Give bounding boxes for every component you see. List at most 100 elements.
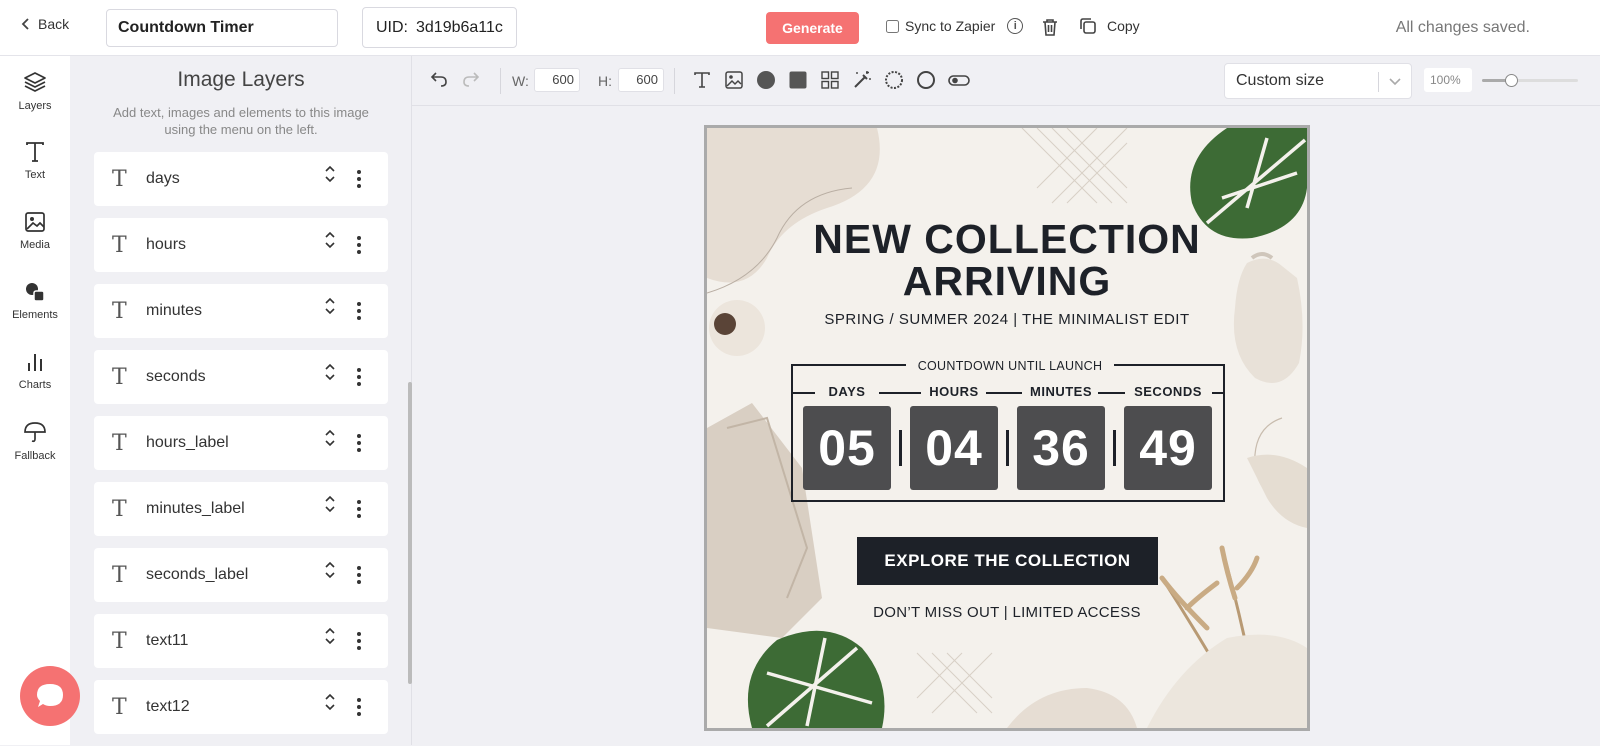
seconds-label: SECONDS bbox=[1124, 384, 1212, 399]
reorder-handle[interactable] bbox=[324, 297, 336, 315]
toggle-tool-icon bbox=[948, 75, 970, 86]
image-tool-button[interactable] bbox=[724, 70, 744, 95]
layer-name: seconds_label bbox=[146, 566, 249, 583]
back-button[interactable]: Back bbox=[20, 16, 69, 32]
reorder-handle[interactable] bbox=[324, 495, 336, 513]
circle-tool-icon bbox=[757, 71, 775, 89]
redo-icon bbox=[463, 72, 480, 87]
separator-bar bbox=[899, 430, 902, 466]
size-select-value: Custom size bbox=[1236, 72, 1325, 89]
layer-row[interactable]: Ttext12 bbox=[94, 680, 388, 734]
sync-to-zapier[interactable]: Sync to Zapier i bbox=[886, 18, 1024, 34]
layer-menu-button[interactable] bbox=[356, 235, 362, 260]
nav-fallback[interactable]: Fallback bbox=[0, 406, 70, 476]
more-vertical-icon bbox=[357, 500, 361, 518]
layers-icon bbox=[24, 72, 46, 92]
height-label: H: bbox=[598, 73, 612, 89]
layer-row[interactable]: Thours_label bbox=[94, 416, 388, 470]
nav-text[interactable]: Text bbox=[0, 126, 70, 196]
chat-widget-button[interactable] bbox=[20, 666, 80, 726]
layer-menu-button[interactable] bbox=[356, 697, 362, 722]
layer-row[interactable]: Ttext11 bbox=[94, 614, 388, 668]
reorder-handle[interactable] bbox=[324, 363, 336, 381]
chevron-down-icon bbox=[325, 506, 335, 513]
nav-elements[interactable]: Elements bbox=[0, 266, 70, 336]
text-layer-icon: T bbox=[112, 562, 127, 588]
layer-row[interactable]: Tseconds bbox=[94, 350, 388, 404]
reorder-handle[interactable] bbox=[324, 429, 336, 447]
chevron-up-icon bbox=[325, 231, 335, 238]
toolbar-divider bbox=[500, 68, 501, 94]
separator-bar bbox=[1113, 430, 1116, 466]
height-input[interactable]: 600 bbox=[618, 68, 664, 92]
width-input[interactable]: 600 bbox=[534, 68, 580, 92]
text-tool-button[interactable] bbox=[692, 70, 712, 95]
layer-menu-button[interactable] bbox=[356, 565, 362, 590]
chevron-up-icon bbox=[325, 627, 335, 634]
text-layer-icon: T bbox=[112, 496, 127, 522]
template-name-input[interactable] bbox=[106, 9, 338, 47]
panel-title: Image Layers bbox=[177, 68, 305, 91]
back-label: Back bbox=[38, 16, 70, 32]
minutes-label: MINUTES bbox=[1017, 384, 1105, 399]
uid-label: UID: bbox=[376, 18, 408, 36]
info-icon[interactable]: i bbox=[1007, 18, 1024, 34]
layer-row[interactable]: Thours bbox=[94, 218, 388, 272]
reorder-handle[interactable] bbox=[324, 693, 336, 711]
square-tool-button[interactable] bbox=[788, 70, 808, 95]
layer-row[interactable]: Tminutes bbox=[94, 284, 388, 338]
reorder-handle[interactable] bbox=[324, 627, 336, 645]
generate-button[interactable]: Generate bbox=[766, 12, 859, 44]
text-layer-icon: T bbox=[112, 232, 127, 258]
outline-circle-button[interactable] bbox=[916, 70, 936, 95]
nav-layers[interactable]: Layers bbox=[0, 56, 70, 126]
chevron-down-icon bbox=[325, 242, 335, 249]
layer-menu-button[interactable] bbox=[356, 169, 362, 194]
reorder-handle[interactable] bbox=[324, 231, 336, 249]
countdown-heading: COUNTDOWN UNTIL LAUNCH bbox=[793, 357, 1227, 375]
zoom-slider[interactable] bbox=[1482, 74, 1578, 87]
panel-scrollbar[interactable] bbox=[408, 382, 412, 684]
layer-menu-button[interactable] bbox=[356, 499, 362, 524]
layer-row[interactable]: Tminutes_label bbox=[94, 482, 388, 536]
redo-button[interactable] bbox=[462, 70, 480, 93]
layer-menu-button[interactable] bbox=[356, 631, 362, 656]
nav-media[interactable]: Media bbox=[0, 196, 70, 266]
zoom-value[interactable]: 100% bbox=[1424, 68, 1472, 92]
explore-collection-button[interactable]: EXPLORE THE COLLECTION bbox=[857, 537, 1158, 585]
layer-row[interactable]: Tseconds_label bbox=[94, 548, 388, 602]
delete-button[interactable] bbox=[1041, 17, 1059, 42]
chevron-down-icon bbox=[325, 440, 335, 447]
ring-tool-icon bbox=[885, 71, 903, 89]
text-layer-icon: T bbox=[112, 628, 127, 654]
magic-wand-button[interactable] bbox=[852, 70, 872, 95]
text-layer-icon: T bbox=[112, 364, 127, 390]
chevron-up-icon bbox=[325, 693, 335, 700]
minutes-value: 36 bbox=[1017, 406, 1105, 490]
layer-menu-button[interactable] bbox=[356, 433, 362, 458]
layer-menu-button[interactable] bbox=[356, 301, 362, 326]
circle-tool-button[interactable] bbox=[756, 70, 776, 95]
headline-line-1: NEW COLLECTION bbox=[813, 216, 1201, 262]
nav-charts[interactable]: Charts bbox=[0, 336, 70, 406]
toggle-tool-button[interactable] bbox=[948, 70, 970, 95]
days-value: 05 bbox=[803, 406, 891, 490]
top-bar: Back UID: 3d19b6a11c Generate Sync to Za… bbox=[0, 0, 1600, 56]
grid-tool-button[interactable] bbox=[820, 70, 840, 95]
size-select[interactable]: Custom size bbox=[1224, 63, 1412, 99]
sync-checkbox[interactable] bbox=[886, 19, 899, 33]
reorder-handle[interactable] bbox=[324, 561, 336, 579]
hours-label-text: HOURS bbox=[923, 384, 985, 399]
layer-row[interactable]: Tdays bbox=[94, 152, 388, 206]
undo-button[interactable] bbox=[430, 70, 448, 93]
nav-media-label: Media bbox=[20, 239, 50, 251]
sync-label: Sync to Zapier bbox=[905, 18, 996, 34]
layer-name: hours bbox=[146, 236, 187, 253]
zoom-slider-thumb[interactable] bbox=[1504, 74, 1518, 87]
design-canvas[interactable]: NEW COLLECTION ARRIVING SPRING / SUMMER … bbox=[704, 125, 1310, 731]
ring-tool-button[interactable] bbox=[884, 70, 904, 95]
layer-menu-button[interactable] bbox=[356, 367, 362, 392]
copy-button[interactable]: Copy bbox=[1079, 17, 1140, 35]
reorder-handle[interactable] bbox=[324, 165, 336, 183]
layer-name: days bbox=[146, 170, 180, 187]
